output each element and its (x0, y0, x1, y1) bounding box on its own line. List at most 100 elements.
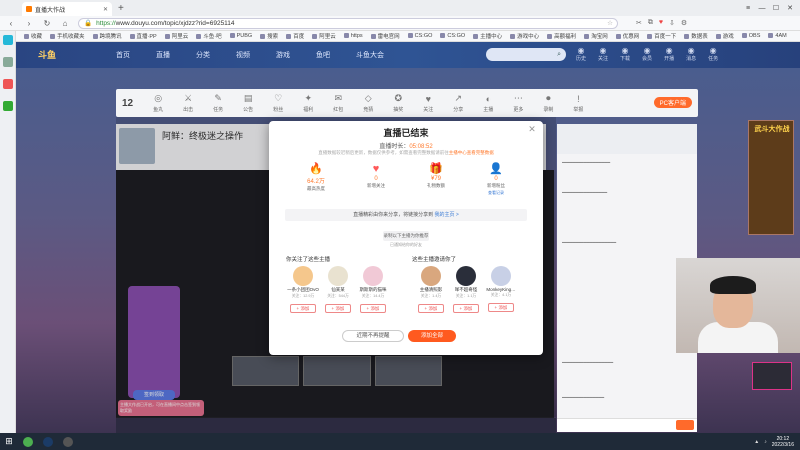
cut-icon[interactable]: ✂ (636, 19, 642, 27)
header-task-button[interactable]: ◉ 任务 (708, 46, 718, 62)
bookmark-item[interactable]: 主播中心 (473, 32, 502, 40)
event-badge[interactable] (752, 362, 792, 390)
add-user-button[interactable]: + 添加 (325, 304, 351, 313)
toolbar-item[interactable]: ⋯ 更多 (513, 93, 523, 113)
toolbar-item[interactable]: ↗ 分享 (453, 93, 463, 113)
forward-button[interactable]: › (24, 19, 34, 28)
toolbar-item[interactable]: ✦ 福利 (303, 93, 313, 113)
toolbar-item[interactable]: ▤ 公告 (243, 93, 253, 113)
back-button[interactable]: ‹ (6, 19, 16, 28)
bookmark-item[interactable]: OBS (741, 33, 760, 39)
header-vip-button[interactable]: ◉ 会员 (642, 46, 652, 62)
download-icon[interactable]: ⇩ (669, 19, 675, 27)
site-nav-item[interactable]: 斗鱼大会 (356, 50, 384, 60)
toolbar-item[interactable]: ⚔ 出击 (183, 93, 193, 113)
minimize-button[interactable]: — (756, 5, 768, 12)
star-icon[interactable]: ☆ (607, 19, 613, 27)
modal-note-link[interactable]: 主播中心查看完整数据 (449, 150, 494, 155)
bookmark-item[interactable]: 手机收藏夹 (50, 32, 85, 40)
site-nav-item[interactable]: 视频 (236, 50, 250, 60)
settings-icon[interactable]: ⚙ (681, 19, 687, 27)
menu-icon[interactable]: ≡ (742, 5, 754, 12)
browser-tab[interactable]: 直播大作战 ✕ (22, 2, 112, 16)
volume-icon[interactable]: ♪ (764, 439, 767, 445)
toolbar-item[interactable]: ✎ 任务 (213, 93, 223, 113)
taskbar-app[interactable] (18, 433, 38, 450)
bookmark-item[interactable]: 数据表 (684, 32, 708, 40)
side-ad[interactable] (748, 120, 794, 235)
dismiss-button[interactable]: 近期不再提醒 (342, 330, 404, 342)
bookmark-item[interactable]: 阿里云 (164, 32, 188, 40)
user-avatar[interactable] (293, 266, 313, 286)
header-msg-button[interactable]: ◉ 消息 (686, 46, 696, 62)
send-button[interactable] (676, 420, 694, 430)
home-button[interactable]: ⌂ (60, 19, 70, 28)
sidebar-app-icon[interactable] (2, 35, 13, 45)
share-link[interactable]: 我的主页 > (435, 212, 459, 218)
favorite-icon[interactable]: ♥ (659, 19, 663, 27)
add-user-button[interactable]: + 添加 (290, 304, 316, 313)
bookmark-item[interactable]: PUBG (229, 33, 252, 39)
bookmark-item[interactable]: 游戏中心 (510, 32, 539, 40)
network-icon[interactable]: ▲ (754, 439, 759, 445)
bookmark-item[interactable]: 游戏 (715, 32, 734, 40)
add-user-button[interactable]: + 添加 (453, 304, 479, 313)
bookmark-item[interactable]: CS:GO (440, 33, 465, 39)
bookmark-item[interactable]: 搜索 (260, 32, 278, 40)
bookmark-item[interactable]: 阿里云 (312, 32, 336, 40)
bookmark-item[interactable]: 百度 (286, 32, 304, 40)
follow-all-button[interactable]: 添加全部 (408, 330, 456, 342)
site-nav-item[interactable]: 直播 (156, 50, 170, 60)
sidebar-bookmark-icon[interactable] (2, 57, 13, 67)
toolbar-item[interactable]: ⏺ 录制 (543, 93, 553, 113)
start-button[interactable]: ⊞ (0, 436, 18, 447)
bookmark-item[interactable]: 斗鱼·吧 (196, 32, 222, 40)
toolbar-item[interactable]: ♥ 关注 (423, 94, 433, 113)
bookmark-item[interactable]: 淘宝网 (584, 32, 608, 40)
user-avatar[interactable] (328, 266, 348, 286)
record-button[interactable]: 录制以下主播为你推荐 (383, 231, 429, 241)
site-nav-item[interactable]: 首页 (116, 50, 130, 60)
add-user-button[interactable]: + 添加 (488, 303, 514, 312)
taskbar-app[interactable] (58, 433, 78, 450)
bookmark-item[interactable]: 雷电官网 (370, 32, 400, 40)
reload-button[interactable]: ↻ (42, 19, 52, 28)
user-avatar[interactable] (421, 266, 441, 286)
site-nav-item[interactable]: 鱼吧 (316, 50, 330, 60)
site-logo[interactable]: 斗鱼 (38, 48, 56, 61)
tab-close-icon[interactable]: ✕ (103, 6, 108, 13)
toolbar-item[interactable]: ◎ 鱼丸 (153, 93, 163, 113)
search-icon[interactable]: ⌕ (557, 51, 561, 59)
toolbar-item[interactable]: ✪ 抽奖 (393, 93, 403, 113)
maximize-button[interactable]: ☐ (770, 4, 782, 12)
sidebar-note-icon[interactable] (2, 101, 13, 111)
clock[interactable]: 20:12 2022/3/16 (772, 436, 794, 448)
bookmark-item[interactable]: 优惠网 (615, 32, 639, 40)
bookmark-item[interactable]: CS:GO (407, 33, 432, 39)
header-download-button[interactable]: ◉ 下载 (620, 46, 630, 62)
bookmark-item[interactable]: 直播·PP (129, 32, 157, 40)
site-nav-item[interactable]: 分类 (196, 50, 210, 60)
add-user-button[interactable]: + 添加 (418, 304, 444, 313)
bookmark-item[interactable]: 跨境腾讯 (92, 32, 122, 40)
new-tab-button[interactable]: + (118, 3, 124, 14)
header-live-button[interactable]: ◉ 开播 (664, 46, 674, 62)
header-history-button[interactable]: ◉ 历史 (576, 46, 586, 62)
sidebar-weibo-icon[interactable] (2, 79, 13, 89)
bookmark-item[interactable]: 收藏 (24, 32, 42, 40)
stat-sub-link[interactable]: 查看记录 (488, 190, 504, 196)
toolbar-item[interactable]: ✉ 红包 (333, 93, 343, 113)
user-avatar[interactable] (456, 266, 476, 286)
url-bar[interactable]: 🔒 https://www.douyu.com/topic/xjdzz?rid=… (78, 17, 618, 29)
toolbar-item[interactable]: ◐ 主播 (483, 94, 493, 113)
bookmark-item[interactable]: 百度一下 (647, 32, 676, 40)
bookmark-item[interactable]: 4AM (768, 33, 787, 39)
bookmark-item[interactable]: https (343, 33, 363, 39)
toolbar-item[interactable]: ♡ 粉丝 (273, 93, 283, 113)
header-follow-button[interactable]: ◉ 关注 (598, 46, 608, 62)
user-avatar[interactable] (363, 266, 383, 286)
extension-icon[interactable]: ⧉ (648, 19, 653, 27)
toolbar-item[interactable]: ◇ 竞猜 (363, 93, 373, 113)
close-window-button[interactable]: ✕ (784, 4, 796, 12)
add-user-button[interactable]: + 添加 (360, 304, 386, 313)
